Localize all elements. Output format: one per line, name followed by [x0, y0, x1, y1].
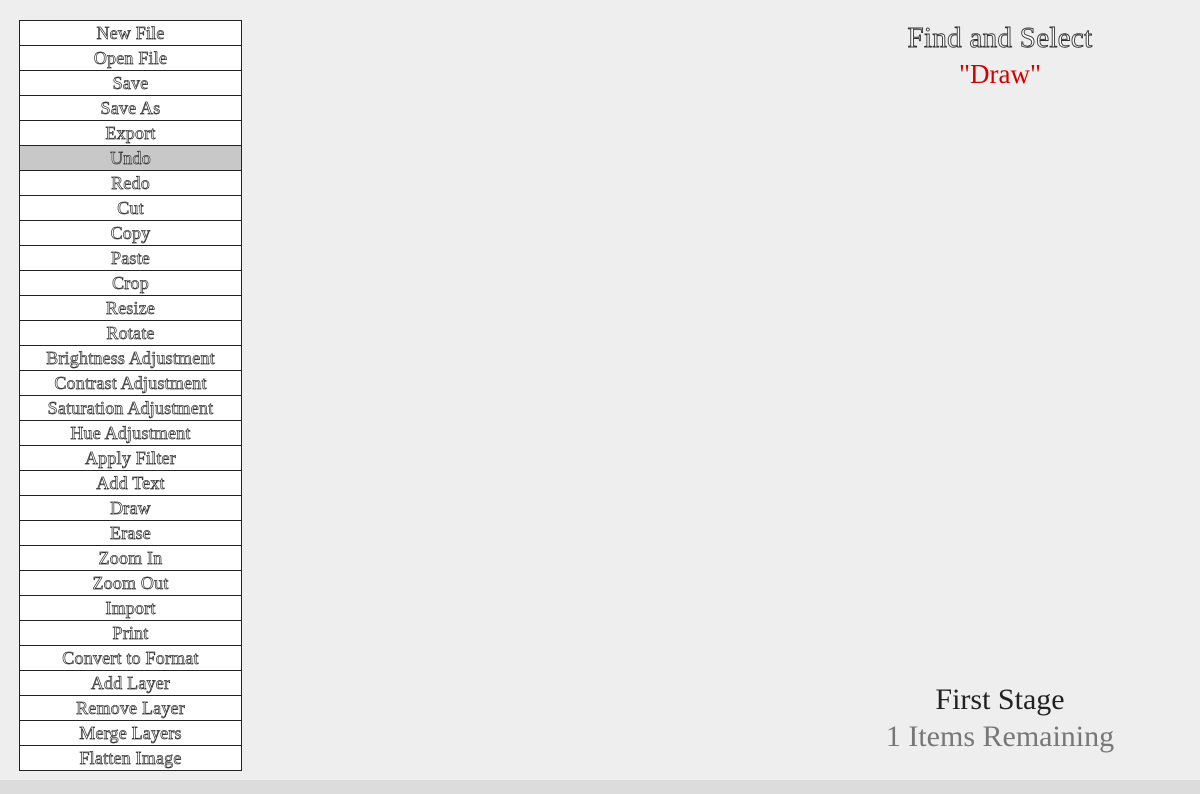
- instruction-title: Find and Select: [907, 22, 1093, 55]
- task-instruction: Find and Select "Draw": [800, 22, 1200, 90]
- menu-item-cut[interactable]: Cut: [20, 196, 241, 221]
- horizontal-scrollbar[interactable]: [0, 780, 1200, 794]
- menu-item-merge-layers[interactable]: Merge Layers: [20, 721, 241, 746]
- task-status: First Stage 1 Items Remaining: [800, 683, 1200, 754]
- menu-item-redo[interactable]: Redo: [20, 171, 241, 196]
- menu-item-contrast-adjustment[interactable]: Contrast Adjustment: [20, 371, 241, 396]
- menu-item-resize[interactable]: Resize: [20, 296, 241, 321]
- menu-item-export[interactable]: Export: [20, 121, 241, 146]
- menu-item-zoom-out[interactable]: Zoom Out: [20, 571, 241, 596]
- menu-item-print[interactable]: Print: [20, 621, 241, 646]
- menu-item-saturation-adjustment[interactable]: Saturation Adjustment: [20, 396, 241, 421]
- menu-item-new-file[interactable]: New File: [20, 21, 241, 46]
- menu-item-copy[interactable]: Copy: [20, 221, 241, 246]
- menu-item-draw[interactable]: Draw: [20, 496, 241, 521]
- stage-label: First Stage: [935, 683, 1065, 716]
- instruction-target: "Draw": [958, 59, 1041, 89]
- menu-item-crop[interactable]: Crop: [20, 271, 241, 296]
- menu-item-save-as[interactable]: Save As: [20, 96, 241, 121]
- menu-item-hue-adjustment[interactable]: Hue Adjustment: [20, 421, 241, 446]
- menu-item-paste[interactable]: Paste: [20, 246, 241, 271]
- menu-item-apply-filter[interactable]: Apply Filter: [20, 446, 241, 471]
- menu-item-convert-to-format[interactable]: Convert to Format: [20, 646, 241, 671]
- menu-item-erase[interactable]: Erase: [20, 521, 241, 546]
- app-window: New File Open File Save Save As Export U…: [0, 0, 1200, 794]
- menu-item-flatten-image[interactable]: Flatten Image: [20, 746, 241, 771]
- menu-item-rotate[interactable]: Rotate: [20, 321, 241, 346]
- menu-item-open-file[interactable]: Open File: [20, 46, 241, 71]
- menu-item-add-text[interactable]: Add Text: [20, 471, 241, 496]
- menu-item-zoom-in[interactable]: Zoom In: [20, 546, 241, 571]
- menu-list: New File Open File Save Save As Export U…: [19, 20, 242, 771]
- menu-item-remove-layer[interactable]: Remove Layer: [20, 696, 241, 721]
- menu-item-undo[interactable]: Undo: [20, 146, 241, 171]
- items-remaining-label: 1 Items Remaining: [885, 720, 1115, 753]
- menu-item-import[interactable]: Import: [20, 596, 241, 621]
- menu-item-save[interactable]: Save: [20, 71, 241, 96]
- menu-item-brightness-adjustment[interactable]: Brightness Adjustment: [20, 346, 241, 371]
- menu-item-add-layer[interactable]: Add Layer: [20, 671, 241, 696]
